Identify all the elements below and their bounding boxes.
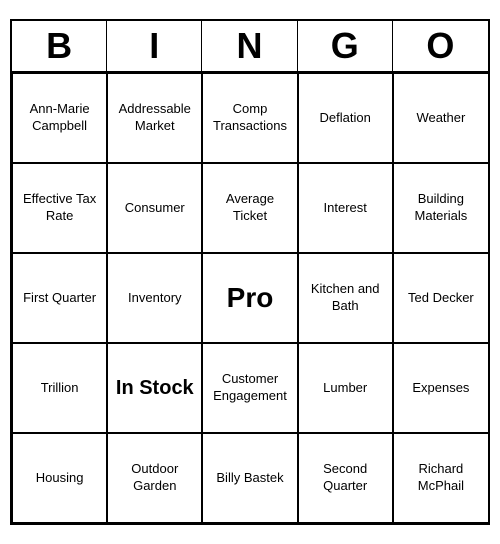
bingo-cell-20[interactable]: Housing [12, 433, 107, 523]
bingo-cell-1[interactable]: Addressable Market [107, 73, 202, 163]
bingo-card: BINGO Ann-Marie CampbellAddressable Mark… [10, 19, 490, 525]
bingo-cell-12[interactable]: Pro [202, 253, 297, 343]
bingo-cell-23[interactable]: Second Quarter [298, 433, 393, 523]
bingo-cell-11[interactable]: Inventory [107, 253, 202, 343]
bingo-cell-17[interactable]: Customer Engagement [202, 343, 297, 433]
bingo-cell-24[interactable]: Richard McPhail [393, 433, 488, 523]
bingo-cell-9[interactable]: Building Materials [393, 163, 488, 253]
bingo-cell-19[interactable]: Expenses [393, 343, 488, 433]
bingo-cell-0[interactable]: Ann-Marie Campbell [12, 73, 107, 163]
bingo-cell-21[interactable]: Outdoor Garden [107, 433, 202, 523]
bingo-cell-14[interactable]: Ted Decker [393, 253, 488, 343]
bingo-cell-6[interactable]: Consumer [107, 163, 202, 253]
bingo-cell-16[interactable]: In Stock [107, 343, 202, 433]
bingo-cell-22[interactable]: Billy Bastek [202, 433, 297, 523]
bingo-cell-8[interactable]: Interest [298, 163, 393, 253]
bingo-cell-5[interactable]: Effective Tax Rate [12, 163, 107, 253]
bingo-cell-10[interactable]: First Quarter [12, 253, 107, 343]
bingo-cell-15[interactable]: Trillion [12, 343, 107, 433]
header-letter-b: B [12, 21, 107, 71]
header-letter-g: G [298, 21, 393, 71]
header-letter-i: I [107, 21, 202, 71]
header-letter-o: O [393, 21, 488, 71]
bingo-cell-4[interactable]: Weather [393, 73, 488, 163]
bingo-header: BINGO [12, 21, 488, 73]
header-letter-n: N [202, 21, 297, 71]
bingo-cell-18[interactable]: Lumber [298, 343, 393, 433]
bingo-grid: Ann-Marie CampbellAddressable MarketComp… [12, 73, 488, 523]
bingo-cell-7[interactable]: Average Ticket [202, 163, 297, 253]
bingo-cell-13[interactable]: Kitchen and Bath [298, 253, 393, 343]
bingo-cell-3[interactable]: Deflation [298, 73, 393, 163]
bingo-cell-2[interactable]: Comp Transactions [202, 73, 297, 163]
